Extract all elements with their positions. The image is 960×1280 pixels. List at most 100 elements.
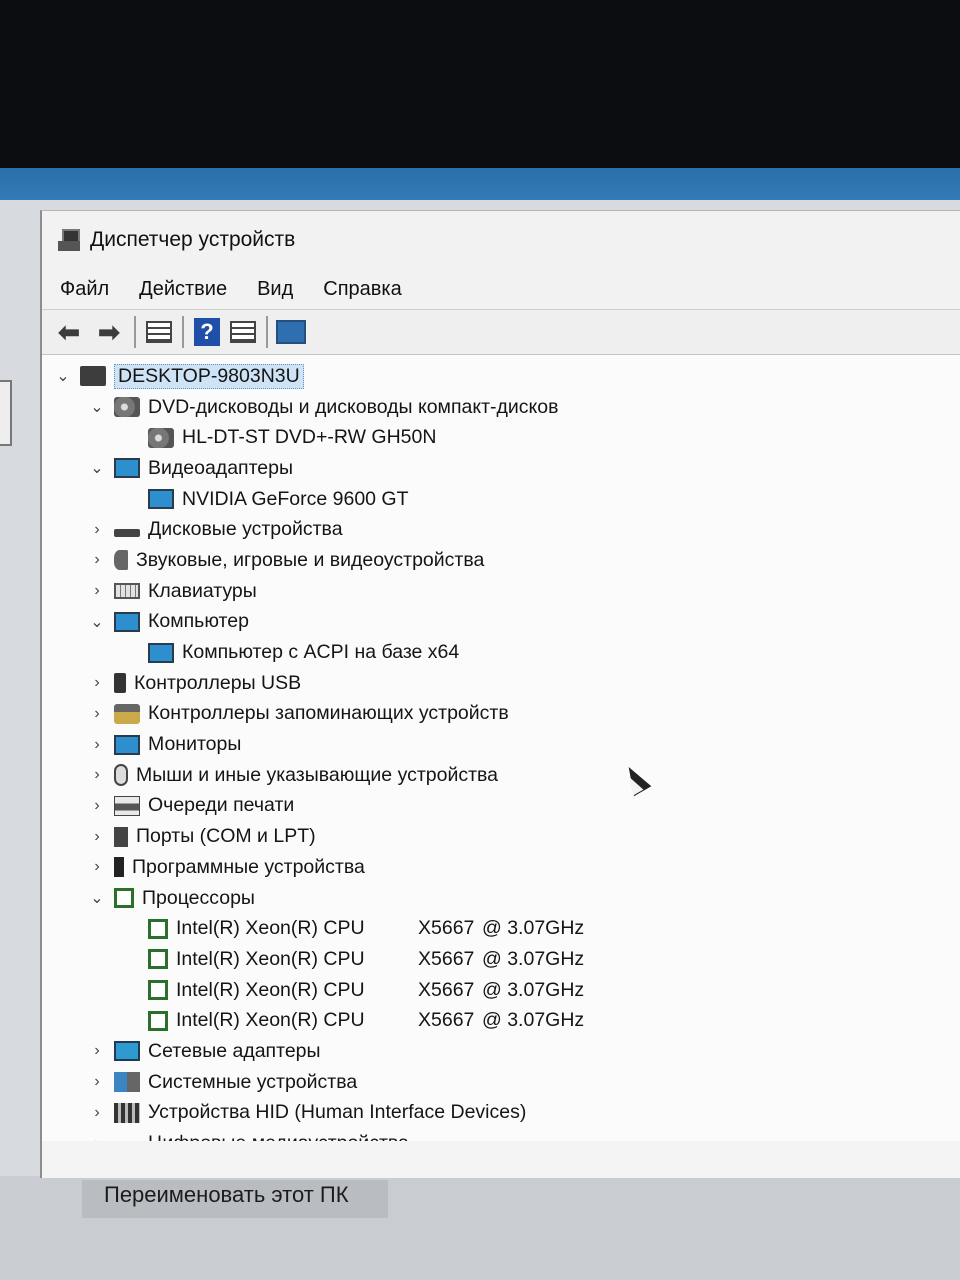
help-button[interactable]: ? (192, 317, 222, 347)
device-processor[interactable]: Intel(R) Xeon(R) CPU X5667 @ 3.07GHz (52, 1005, 960, 1036)
monitor-icon (114, 734, 140, 755)
device-processor[interactable]: Intel(R) Xeon(R) CPU X5667 @ 3.07GHz (52, 913, 960, 944)
category-hid[interactable]: › Устройства HID (Human Interface Device… (52, 1098, 960, 1129)
chevron-right-icon[interactable]: › (86, 521, 108, 539)
resources-icon (230, 321, 256, 343)
storage-controller-icon (114, 703, 140, 724)
chevron-right-icon[interactable]: › (86, 582, 108, 600)
cpu-frequency: @ 3.07GHz (482, 947, 585, 970)
category-label: Дисковые устройства (148, 518, 343, 541)
speaker-icon (114, 550, 128, 571)
processor-icon (148, 1010, 168, 1031)
category-label: Цифровые медиаустройства (148, 1132, 409, 1141)
category-label: Сетевые адаптеры (148, 1039, 321, 1062)
menu-file[interactable]: Файл (58, 276, 111, 303)
display-adapter-icon (114, 458, 140, 479)
chevron-right-icon[interactable]: › (86, 1104, 108, 1122)
category-system[interactable]: › Системные устройства (52, 1067, 960, 1098)
category-ports[interactable]: › Порты (COM и LPT) (52, 821, 960, 852)
chevron-right-icon[interactable]: › (86, 1135, 108, 1141)
chevron-right-icon[interactable]: › (86, 551, 108, 569)
tree-root[interactable]: ⌄ DESKTOP-9803N3U (52, 361, 960, 392)
device-manager-icon (56, 227, 82, 253)
processor-icon (114, 888, 134, 909)
category-usb[interactable]: › Контроллеры USB (52, 668, 960, 699)
category-print-queues[interactable]: › Очереди печати (52, 791, 960, 822)
chevron-down-icon[interactable]: ⌄ (86, 612, 108, 632)
category-computer[interactable]: ⌄ Компьютер (52, 607, 960, 638)
category-dvd[interactable]: ⌄ DVD-дисководы и дисководы компакт-диск… (52, 392, 960, 423)
chevron-right-icon[interactable]: › (86, 1073, 108, 1091)
scan-hardware-button[interactable] (276, 317, 306, 347)
dvd-drive-icon (114, 397, 140, 418)
category-mice[interactable]: › Мыши и иные указывающие устройства (52, 760, 960, 791)
view-resources-button[interactable] (228, 317, 258, 347)
chevron-down-icon[interactable]: ⌄ (86, 397, 108, 417)
category-label: Контроллеры запоминающих устройств (148, 702, 509, 725)
category-sound[interactable]: › Звуковые, игровые и видеоустройства (52, 545, 960, 576)
category-media[interactable]: › Цифровые медиаустройства (52, 1128, 960, 1141)
forward-arrow-icon: ➡ (98, 316, 120, 347)
chevron-right-icon[interactable]: › (86, 674, 108, 692)
software-device-icon (114, 857, 124, 878)
chevron-right-icon[interactable]: › (86, 1042, 108, 1060)
toolbar-separator (134, 316, 136, 348)
category-monitors[interactable]: › Мониторы (52, 729, 960, 760)
category-label: Клавиатуры (148, 579, 257, 602)
device-acpi-computer[interactable]: Компьютер с ACPI на базе x64 (52, 637, 960, 668)
properties-button[interactable] (144, 317, 174, 347)
category-disk[interactable]: › Дисковые устройства (52, 514, 960, 545)
category-label: Компьютер (148, 610, 249, 633)
category-network[interactable]: › Сетевые адаптеры (52, 1036, 960, 1067)
device-processor[interactable]: Intel(R) Xeon(R) CPU X5667 @ 3.07GHz (52, 975, 960, 1006)
chevron-down-icon[interactable]: ⌄ (86, 888, 108, 908)
category-keyboards[interactable]: › Клавиатуры (52, 576, 960, 607)
category-label: Очереди печати (148, 794, 295, 817)
menu-view[interactable]: Вид (255, 276, 295, 303)
mouse-icon (114, 764, 128, 787)
device-video-card[interactable]: NVIDIA GeForce 9600 GT (52, 484, 960, 515)
chevron-right-icon[interactable]: › (86, 736, 108, 754)
cpu-frequency: @ 3.07GHz (482, 917, 585, 940)
chevron-down-icon[interactable]: ⌄ (52, 366, 74, 386)
chevron-right-icon[interactable]: › (86, 797, 108, 815)
device-manager-window: Диспетчер устройств Файл Действие Вид Сп… (40, 210, 960, 1178)
cpu-frequency: @ 3.07GHz (482, 1009, 585, 1032)
device-processor[interactable]: Intel(R) Xeon(R) CPU X5667 @ 3.07GHz (52, 944, 960, 975)
background-window-edge (0, 380, 12, 446)
chevron-right-icon[interactable]: › (86, 705, 108, 723)
category-video[interactable]: ⌄ Видеоадаптеры (52, 453, 960, 484)
back-button[interactable]: ⬅ (52, 317, 86, 347)
chevron-right-icon[interactable]: › (86, 766, 108, 784)
back-arrow-icon: ⬅ (58, 316, 80, 347)
category-processors[interactable]: ⌄ Процессоры (52, 883, 960, 914)
cpu-model: X5667 (418, 947, 475, 970)
cpu-name: Intel(R) Xeon(R) CPU (176, 978, 365, 1001)
category-label: Видеоадаптеры (148, 456, 294, 479)
category-label: DVD-дисководы и дисководы компакт-дисков (148, 395, 559, 418)
processor-icon (148, 918, 168, 939)
device-dvd-drive[interactable]: HL-DT-ST DVD+-RW GH50N (52, 422, 960, 453)
cpu-name: Intel(R) Xeon(R) CPU (176, 917, 365, 940)
category-label: Программные устройства (132, 855, 365, 878)
chevron-down-icon[interactable]: ⌄ (86, 458, 108, 478)
device-tree: ⌄ DESKTOP-9803N3U ⌄ DVD-дисководы и диск… (42, 355, 960, 1141)
toolbar: ⬅ ➡ ? (42, 309, 960, 355)
category-storage[interactable]: › Контроллеры запоминающих устройств (52, 699, 960, 730)
cpu-name: Intel(R) Xeon(R) CPU (176, 947, 365, 970)
disk-drive-icon (114, 528, 140, 537)
keyboard-icon (114, 583, 140, 600)
menu-help[interactable]: Справка (321, 276, 403, 303)
port-connector-icon (114, 826, 128, 847)
menu-bar: Файл Действие Вид Справка (42, 269, 960, 309)
menu-action[interactable]: Действие (137, 276, 229, 303)
network-adapter-icon (114, 1041, 140, 1062)
category-label: Мыши и иные указывающие устройства (136, 763, 499, 786)
forward-button[interactable]: ➡ (92, 317, 126, 347)
category-software[interactable]: › Программные устройства (52, 852, 960, 883)
chevron-right-icon[interactable]: › (86, 858, 108, 876)
chevron-right-icon[interactable]: › (86, 828, 108, 846)
rename-pc-button[interactable]: Переименовать этот ПК (82, 1180, 388, 1218)
processor-icon (148, 980, 168, 1001)
category-label: Звуковые, игровые и видеоустройства (136, 548, 485, 571)
